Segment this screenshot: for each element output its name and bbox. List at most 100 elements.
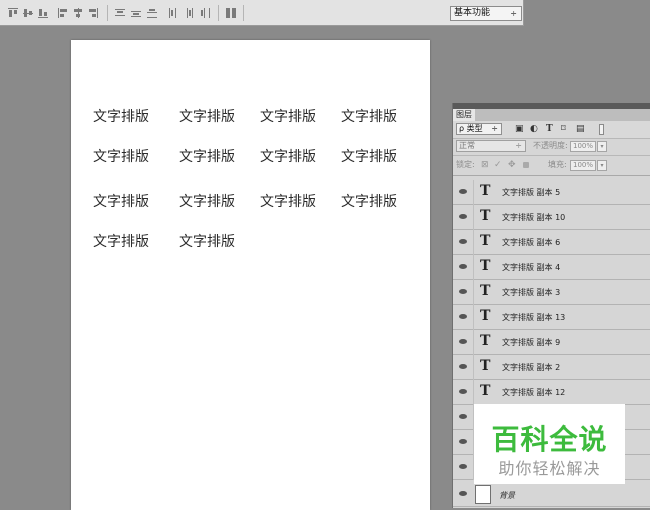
- text-filter-icon[interactable]: T: [546, 124, 553, 135]
- layer-name[interactable]: 文字排版 副本 12: [502, 387, 565, 398]
- document-canvas[interactable]: 文字排版 文字排版 文字排版 文字排版 文字排版 文字排版 文字排版 文字排版 …: [71, 40, 430, 510]
- text-layer-icon: T: [480, 258, 491, 274]
- eye-icon[interactable]: [459, 438, 467, 446]
- canvas-text[interactable]: 文字排版: [260, 146, 316, 166]
- canvas-text[interactable]: 文字排版: [341, 191, 397, 211]
- layer-name[interactable]: 文字排版 副本 9: [502, 337, 560, 348]
- layer-name[interactable]: 文字排版 副本 4: [502, 262, 560, 273]
- auto-align-icon[interactable]: [226, 8, 236, 18]
- layer-row[interactable]: T 文字排版 副本 5: [453, 180, 650, 205]
- adjustment-filter-icon[interactable]: ◐: [530, 124, 538, 135]
- layer-row[interactable]: T 文字排版 副本 3: [453, 280, 650, 305]
- layer-row[interactable]: T 文字排版 副本 13: [453, 305, 650, 330]
- lock-position-icon[interactable]: ✥: [508, 159, 516, 171]
- opacity-field[interactable]: 100%: [570, 141, 596, 152]
- layer-name[interactable]: 文字排版 副本 10: [502, 212, 565, 223]
- layer-name[interactable]: 背景: [499, 490, 515, 501]
- panel-tabstrip: [475, 109, 650, 121]
- canvas-text[interactable]: 文字排版: [93, 106, 149, 126]
- layer-row[interactable]: T 文字排版 副本 4: [453, 255, 650, 280]
- text-layer-icon: T: [480, 333, 491, 349]
- layer-name[interactable]: 文字排版 副本 6: [502, 237, 560, 248]
- opacity-dropdown-icon[interactable]: ▾: [597, 141, 607, 152]
- align-right-icon[interactable]: [88, 8, 98, 18]
- layer-thumbnail: [475, 485, 491, 504]
- divider: [473, 305, 474, 330]
- text-layer-icon: T: [480, 358, 491, 374]
- eye-icon[interactable]: [459, 463, 467, 471]
- eye-icon[interactable]: [459, 338, 467, 346]
- canvas-text[interactable]: 文字排版: [179, 191, 235, 211]
- canvas-text[interactable]: 文字排版: [260, 106, 316, 126]
- eye-icon[interactable]: [459, 313, 467, 321]
- canvas-text[interactable]: 文字排版: [341, 146, 397, 166]
- pixel-filter-icon[interactable]: ▣: [515, 124, 524, 135]
- align-vcenter-icon[interactable]: [23, 8, 33, 18]
- watermark: 百科全说 助你轻松解决: [474, 404, 625, 484]
- text-layer-icon: T: [480, 308, 491, 324]
- layer-row[interactable]: T 文字排版 副本 6: [453, 230, 650, 255]
- options-bar: 基本功能 ÷: [0, 0, 524, 26]
- canvas-text[interactable]: 文字排版: [93, 231, 149, 251]
- watermark-subtitle: 助你轻松解决: [498, 459, 601, 478]
- distribute-hcenter-icon[interactable]: [184, 8, 194, 18]
- workspace-select[interactable]: 基本功能 ÷: [450, 6, 522, 21]
- lock-transparent-icon[interactable]: ⊠: [481, 159, 489, 171]
- distribute-vcenter-icon[interactable]: [131, 8, 141, 18]
- filter-type-select[interactable]: ρ 类型 ÷: [456, 123, 502, 135]
- canvas-text[interactable]: 文字排版: [179, 231, 235, 251]
- canvas-text[interactable]: 文字排版: [260, 191, 316, 211]
- smart-object-filter-icon[interactable]: ▤: [576, 124, 585, 135]
- layer-row[interactable]: T 文字排版 副本 10: [453, 205, 650, 230]
- eye-icon[interactable]: [459, 188, 467, 196]
- distribute-bottom-icon[interactable]: [147, 8, 157, 18]
- eye-icon[interactable]: [459, 388, 467, 396]
- eye-icon[interactable]: [459, 238, 467, 246]
- canvas-text[interactable]: 文字排版: [93, 191, 149, 211]
- lock-all-icon[interactable]: [523, 162, 529, 168]
- layer-name[interactable]: 文字排版 副本 3: [502, 287, 560, 298]
- layer-name[interactable]: 文字排版 副本 2: [502, 362, 560, 373]
- eye-icon[interactable]: [459, 490, 467, 498]
- divider: [473, 180, 474, 205]
- lock-row: 锁定: ⊠ ✓ ✥ 填充: 100% ▾: [453, 155, 650, 176]
- layer-row[interactable]: T 文字排版 副本 12: [453, 380, 650, 405]
- lock-pixels-icon[interactable]: ✓: [494, 159, 502, 171]
- canvas-text[interactable]: 文字排版: [341, 106, 397, 126]
- text-layer-icon: T: [480, 208, 491, 224]
- align-hcenter-icon[interactable]: [73, 8, 83, 18]
- align-bottom-icon[interactable]: [38, 8, 48, 18]
- chevron-down-icon: ÷: [491, 124, 498, 133]
- eye-icon[interactable]: [459, 213, 467, 221]
- blend-row: 正常 ÷ 不透明度: 100% ▾: [453, 138, 650, 156]
- distribute-left-icon[interactable]: [168, 8, 178, 18]
- tab-layers[interactable]: 图层: [453, 109, 476, 121]
- filter-toggle-icon[interactable]: [599, 124, 604, 135]
- divider: [473, 280, 474, 305]
- layer-name[interactable]: 文字排版 副本 13: [502, 312, 565, 323]
- canvas-text[interactable]: 文字排版: [93, 146, 149, 166]
- blend-mode-select[interactable]: 正常 ÷: [456, 140, 526, 152]
- text-layer-icon: T: [480, 233, 491, 249]
- canvas-text[interactable]: 文字排版: [179, 106, 235, 126]
- canvas-text[interactable]: 文字排版: [179, 146, 235, 166]
- layer-row[interactable]: T 文字排版 副本 2: [453, 355, 650, 380]
- align-top-icon[interactable]: [8, 8, 18, 18]
- align-left-icon[interactable]: [58, 8, 68, 18]
- fill-dropdown-icon[interactable]: ▾: [597, 160, 607, 171]
- watermark-title: 百科全说: [491, 423, 608, 456]
- layer-name[interactable]: 文字排版 副本 5: [502, 187, 560, 198]
- fill-field[interactable]: 100%: [570, 160, 596, 171]
- eye-icon[interactable]: [459, 413, 467, 421]
- shape-filter-icon[interactable]: ⌑: [561, 124, 566, 135]
- layer-row[interactable]: T 文字排版 副本 9: [453, 330, 650, 355]
- distribute-top-icon[interactable]: [115, 8, 125, 18]
- eye-icon[interactable]: [459, 288, 467, 296]
- divider: [473, 205, 474, 230]
- divider: [473, 230, 474, 255]
- lock-label: 锁定:: [456, 160, 475, 169]
- eye-icon[interactable]: [459, 363, 467, 371]
- distribute-right-icon[interactable]: [200, 8, 210, 18]
- background-layer-row[interactable]: 背景: [453, 482, 650, 507]
- eye-icon[interactable]: [459, 263, 467, 271]
